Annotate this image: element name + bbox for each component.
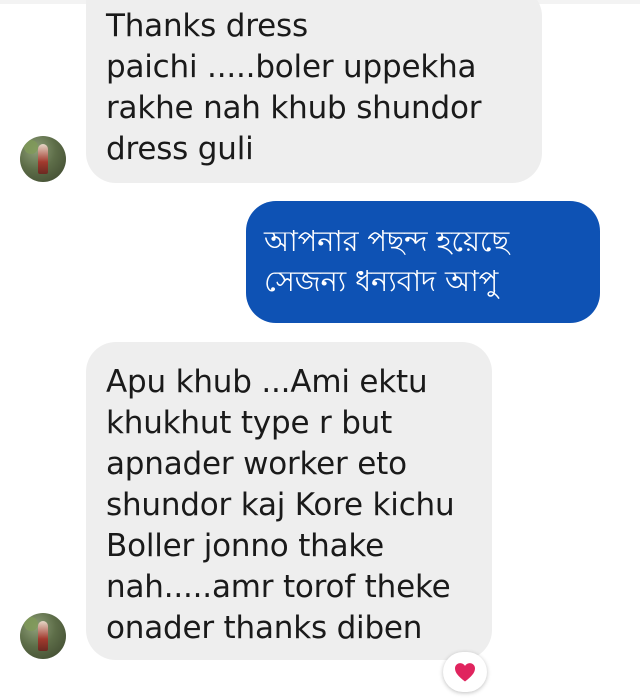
message-line: dress guli (106, 131, 254, 167)
reaction-badge[interactable] (443, 652, 487, 692)
message-line: onader thanks diben (106, 610, 423, 646)
avatar-leaf (24, 617, 38, 631)
outgoing-message[interactable]: আপনার পছন্দ হয়েছে সেজন্য ধন্যবাদ আপু (246, 201, 600, 323)
message-line: rakhe nah khub shundor (106, 90, 482, 126)
chat-thread: Thanks dress paichi .....boler uppekha r… (0, 0, 640, 700)
avatar[interactable] (20, 136, 66, 182)
message-line: paichi .....boler uppekha (106, 49, 477, 85)
message-line: Apu khub ...Ami ektu (106, 364, 428, 400)
heart-icon (455, 663, 475, 682)
avatar-leaf (24, 140, 38, 154)
message-line: আপনার পছন্দ হয়েছে (264, 224, 509, 258)
message-line: khukhut type r but (106, 405, 393, 441)
incoming-message[interactable]: Thanks dress paichi .....boler uppekha r… (86, 0, 542, 183)
message-line: Boller jonno thake (106, 528, 384, 564)
avatar-figure (38, 144, 48, 174)
message-line: shundor kaj Kore kichu (106, 487, 455, 523)
avatar[interactable] (20, 613, 66, 659)
message-line: apnader worker eto (106, 446, 407, 482)
incoming-message[interactable]: Apu khub ...Ami ektu khukhut type r but … (86, 342, 492, 660)
avatar-figure (38, 621, 48, 651)
message-line: Thanks dress (106, 8, 308, 44)
message-line: সেজন্য ধন্যবাদ আপু (264, 264, 499, 298)
message-line: nah.....amr torof theke (106, 569, 451, 605)
